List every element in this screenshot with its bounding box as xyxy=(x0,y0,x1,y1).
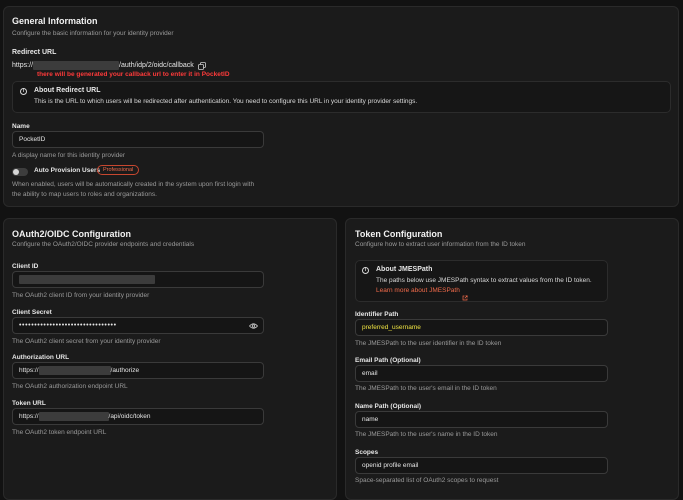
section-description: Configure how to extract user informatio… xyxy=(355,241,526,248)
email-path-input[interactable]: email xyxy=(355,365,608,382)
client-id-help: The OAuth2 client ID from your identity … xyxy=(12,292,150,299)
client-id-label: Client ID xyxy=(12,263,39,270)
scopes-value: openid profile email xyxy=(362,462,419,469)
about-jmespath-box: i About JMESPath The paths below use JME… xyxy=(355,260,608,302)
info-icon: i xyxy=(362,267,369,274)
token-url-input[interactable]: https:// /api/oidc/token xyxy=(12,408,264,425)
about-redirect-text: This is the URL to which users will be r… xyxy=(34,98,418,105)
about-redirect-box: i About Redirect URL This is the URL to … xyxy=(12,81,671,113)
name-input-value: PocketID xyxy=(19,136,46,143)
redirect-url-prefix: https:// xyxy=(12,62,34,69)
name-input[interactable]: PocketID xyxy=(12,131,264,148)
external-link-icon xyxy=(462,288,468,300)
authorization-url-suffix: /authorize xyxy=(110,367,140,374)
identifier-path-value: preferred_username xyxy=(362,324,421,331)
email-path-help: The JMESPath to the user's email in the … xyxy=(355,385,497,392)
annotation-text: there will be generated your callback ur… xyxy=(37,71,230,78)
section-title: OAuth2/OIDC Configuration xyxy=(12,229,131,239)
authorization-url-label: Authorization URL xyxy=(12,354,70,361)
client-secret-input[interactable]: •••••••••••••••••••••••••••••••• xyxy=(12,317,264,334)
name-path-input[interactable]: name xyxy=(355,411,608,428)
redirect-url-suffix: /auth/idp/2/oidc/callback xyxy=(119,62,194,69)
name-path-help: The JMESPath to the user's name in the I… xyxy=(355,431,498,438)
email-path-label: Email Path (Optional) xyxy=(355,357,421,364)
name-path-label: Name Path (Optional) xyxy=(355,403,422,410)
authorization-url-help: The OAuth2 authorization endpoint URL xyxy=(12,383,128,390)
authorization-url-input[interactable]: https:// /authorize xyxy=(12,362,264,379)
redirect-url-value[interactable]: https:// /auth/idp/2/oidc/callback xyxy=(12,61,206,70)
section-title: Token Configuration xyxy=(355,229,443,239)
authorization-url-prefix: https:// xyxy=(19,367,39,374)
scopes-input[interactable]: openid profile email xyxy=(355,457,608,474)
redirect-url-label: Redirect URL xyxy=(12,49,57,56)
redacted-host xyxy=(38,412,109,421)
client-secret-value: •••••••••••••••••••••••••••••••• xyxy=(19,322,117,329)
jmespath-link[interactable]: Learn more about JMESPath xyxy=(376,287,468,300)
name-label: Name xyxy=(12,123,30,130)
name-help: A display name for this identity provide… xyxy=(12,152,126,159)
oauth-config-card: OAuth2/OIDC Configuration Configure the … xyxy=(3,218,337,500)
section-title: General Information xyxy=(12,16,98,26)
token-config-card: Token Configuration Configure how to ext… xyxy=(345,218,679,500)
about-jmespath-title: About JMESPath xyxy=(376,266,433,273)
eye-icon[interactable] xyxy=(248,322,259,330)
auto-provision-help-line1: When enabled, users will be automaticall… xyxy=(12,181,255,188)
token-url-label: Token URL xyxy=(12,400,46,407)
token-url-help: The OAuth2 token endpoint URL xyxy=(12,429,107,436)
redacted-client-id xyxy=(19,275,155,284)
client-id-input[interactable] xyxy=(12,271,264,288)
section-description: Configure the OAuth2/OIDC provider endpo… xyxy=(12,241,195,248)
redacted-host xyxy=(33,61,120,70)
token-url-suffix: /api/oidc/token xyxy=(108,413,151,420)
identifier-path-help: The JMESPath to the user identifier in t… xyxy=(355,340,502,347)
jmespath-link-text: Learn more about JMESPath xyxy=(376,287,460,294)
general-information-card: General Information Configure the basic … xyxy=(3,6,679,207)
scopes-help: Space-separated list of OAuth2 scopes to… xyxy=(355,477,499,484)
auto-provision-toggle[interactable] xyxy=(12,168,28,176)
client-secret-help: The OAuth2 client secret from your ident… xyxy=(12,338,161,345)
scopes-label: Scopes xyxy=(355,449,379,456)
auto-provision-help-line2: the ability to map users to roles and or… xyxy=(12,191,157,198)
identifier-path-input[interactable]: preferred_username xyxy=(355,319,608,336)
client-secret-label: Client Secret xyxy=(12,309,52,316)
copy-icon[interactable] xyxy=(197,61,206,70)
email-path-value: email xyxy=(362,370,378,377)
identifier-path-label: Identifier Path xyxy=(355,311,399,318)
professional-badge: Professional xyxy=(97,165,140,175)
redacted-host xyxy=(38,366,111,375)
about-redirect-title: About Redirect URL xyxy=(34,87,101,94)
info-icon: i xyxy=(20,88,27,95)
about-jmespath-text: The paths below use JMESPath syntax to e… xyxy=(376,277,592,284)
token-url-prefix: https:// xyxy=(19,413,39,420)
name-path-value: name xyxy=(362,416,379,423)
section-description: Configure the basic information for your… xyxy=(12,30,174,37)
auto-provision-label: Auto Provision Users xyxy=(34,167,101,174)
